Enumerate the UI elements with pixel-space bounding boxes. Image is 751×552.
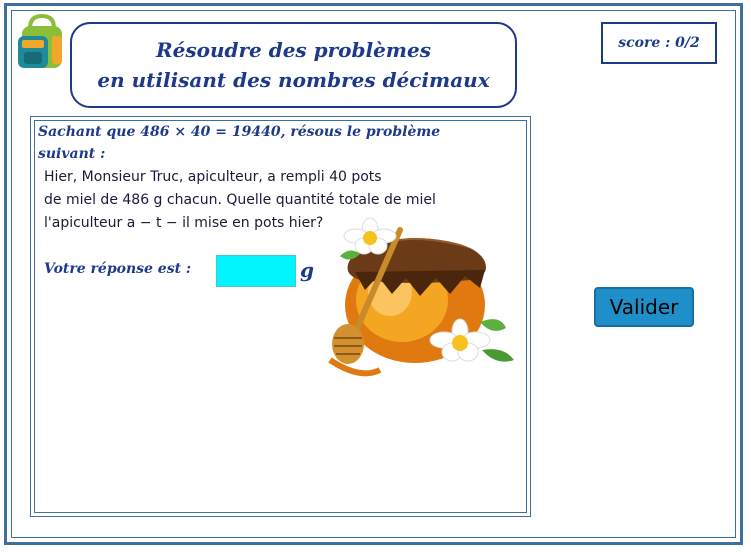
honey-jar-illustration [328,217,514,377]
title-box: Résoudre des problèmes en utilisant des … [70,22,517,108]
answer-input[interactable] [216,255,296,287]
problem-line-1: Hier, Monsieur Truc, apiculteur, a rempl… [44,169,382,185]
score-display: score : 0/2 [601,22,717,64]
backpack-icon [18,14,62,68]
problem-intro: Sachant que 486 × 40 = 19440, résous le … [38,121,508,165]
problem-line-2: de miel de 486 g chacun. Quelle quantité… [44,192,436,208]
title-line-2: en utilisant des nombres décimaux [97,68,490,92]
intro-line-2: suivant : [38,146,106,162]
answer-unit: g [300,258,314,282]
answer-label: Votre réponse est : [44,261,192,277]
title-line-1: Résoudre des problèmes [156,38,431,62]
intro-line-1: Sachant que 486 × 40 = 19440, résous le … [38,124,441,140]
score-text: score : 0/2 [618,35,700,51]
valider-button[interactable]: Valider [594,287,694,327]
